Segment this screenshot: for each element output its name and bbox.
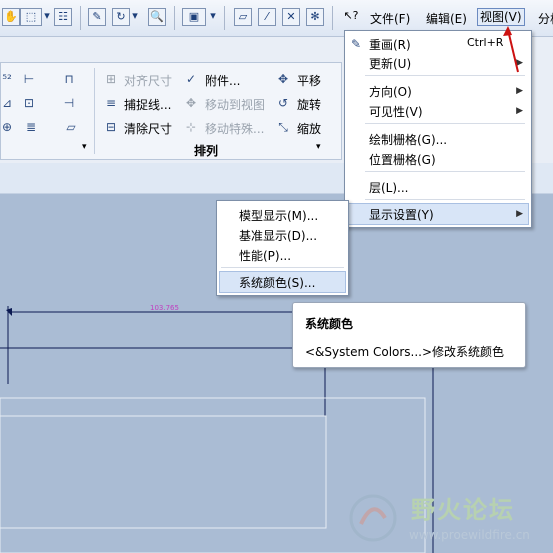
menu-item-visibility[interactable]: 可见性(V)	[369, 103, 423, 120]
selection-box-icon[interactable]: ⬚	[20, 8, 42, 26]
menu-edit[interactable]: 编辑(E)	[426, 10, 467, 27]
tooltip-body: <&System Colors...>修改系统颜色	[305, 345, 505, 359]
attach-icon: ✓	[185, 72, 197, 86]
menu-item-performance[interactable]: 性能(P)...	[239, 247, 291, 264]
menu-item-redraw[interactable]: 重画(R)	[369, 36, 411, 53]
rotate-button[interactable]: 旋转	[297, 96, 321, 113]
move-special-button[interactable]: 移动特殊...	[205, 120, 264, 137]
datum-point-icon[interactable]: ✕	[282, 8, 300, 26]
tooltip-title: 系统颜色	[305, 317, 354, 331]
submenu-arrow-icon: ▶	[516, 106, 523, 116]
menu-view[interactable]: 视图(V)	[477, 8, 525, 26]
ordinate-dim-icon[interactable]: ⊢	[22, 72, 36, 86]
selection-dropdown-icon[interactable]: ▾	[42, 8, 52, 26]
align-dim-icon: ⊞	[105, 72, 117, 86]
scale-button[interactable]: 缩放	[297, 120, 321, 137]
menu-item-system-colors[interactable]: 系统颜色(S)...	[239, 274, 315, 291]
dimension-icon[interactable]: ⁵²	[0, 72, 14, 86]
clear-dim-icon: ⊟	[105, 120, 117, 134]
wildfire-logo-icon	[349, 494, 397, 542]
edit-sketch-icon[interactable]: ✎	[88, 8, 106, 26]
clear-dim-button[interactable]: 清除尺寸	[124, 120, 172, 137]
menu-item-draw-grid[interactable]: 绘制栅格(G)...	[369, 131, 447, 148]
reference-dim-icon[interactable]: ⊓	[62, 72, 76, 86]
menu-item-datum-display[interactable]: 基准显示(D)...	[239, 227, 317, 244]
menu-file[interactable]: 文件(F)	[370, 10, 410, 27]
capture-line-icon: ≡	[105, 96, 117, 110]
capture-line-button[interactable]: 捕捉线...	[124, 96, 171, 113]
move-to-view-icon: ✥	[185, 96, 197, 110]
menu-analysis[interactable]: 分析	[538, 10, 553, 27]
submenu-arrow-icon: ▶	[516, 86, 523, 96]
menu-item-orientation[interactable]: 方向(O)	[369, 83, 412, 100]
redraw-icon: ✎	[350, 37, 362, 51]
arrange-expand-icon[interactable]: ▾	[316, 142, 321, 152]
menu-item-display-settings[interactable]: 显示设置(Y)	[369, 206, 434, 223]
submenu-arrow-icon: ▶	[516, 209, 523, 219]
refresh-dropdown-icon[interactable]: ▾	[130, 8, 140, 26]
datum-target-icon[interactable]: ⊡	[22, 96, 36, 110]
red-arrow-annotation	[503, 26, 519, 73]
zoom-icon[interactable]: 🔍	[148, 8, 166, 26]
forum-watermark: 野火论坛 www.proewildfire.cn	[343, 486, 549, 550]
table-icon[interactable]: ≣	[24, 120, 38, 134]
menu-item-position-grid[interactable]: 位置栅格(G)	[369, 151, 436, 168]
view-cube-icon[interactable]: ▣	[182, 8, 206, 26]
display-settings-submenu: 模型显示(M)... 基准显示(D)... 性能(P)... 系统颜色(S)..…	[216, 200, 349, 296]
scale-icon: ⤡	[278, 120, 288, 134]
refresh-icon[interactable]: ↻	[112, 8, 130, 26]
rotate-icon: ↺	[277, 96, 289, 110]
tree-filter-icon[interactable]: ☷	[54, 8, 72, 26]
watermark-name: 野火论坛	[411, 496, 515, 524]
tolerance-icon[interactable]: ⊿	[0, 96, 14, 110]
coordinate-system-icon[interactable]: ✻	[306, 8, 324, 26]
watermark-url: www.proewildfire.cn	[409, 528, 530, 542]
move-special-icon: ⊹	[185, 120, 197, 134]
context-help-icon[interactable]: ↖?	[342, 8, 360, 26]
system-colors-tooltip: 系统颜色 <&System Colors...>修改系统颜色	[292, 302, 526, 368]
datum-axis-icon[interactable]: ⁄	[258, 8, 276, 26]
datum-plane-icon[interactable]: ▱	[234, 8, 252, 26]
note-icon[interactable]: ⊕	[0, 120, 14, 134]
menu-item-model-display[interactable]: 模型显示(M)...	[239, 207, 318, 224]
menu-item-update[interactable]: 更新(U)	[369, 55, 411, 72]
parallelogram-icon[interactable]: ▱	[64, 120, 78, 134]
translate-icon: ✥	[277, 72, 289, 86]
translate-button[interactable]: 平移	[297, 72, 321, 89]
group-expand-icon[interactable]: ▾	[82, 142, 87, 152]
attach-button[interactable]: 附件...	[205, 72, 240, 89]
hand-tool-icon[interactable]: ✋	[2, 8, 20, 26]
align-dim-button[interactable]: 对齐尺寸	[124, 72, 172, 89]
surface-finish-icon[interactable]: ⊣	[62, 96, 76, 110]
arrange-group-label: 排列	[194, 144, 219, 158]
menu-item-layer[interactable]: 层(L)...	[369, 179, 409, 196]
move-to-view-button[interactable]: 移动到视图	[205, 96, 265, 113]
dimension-value: 103.765	[150, 304, 179, 312]
view-dropdown-icon[interactable]: ▾	[208, 8, 218, 26]
